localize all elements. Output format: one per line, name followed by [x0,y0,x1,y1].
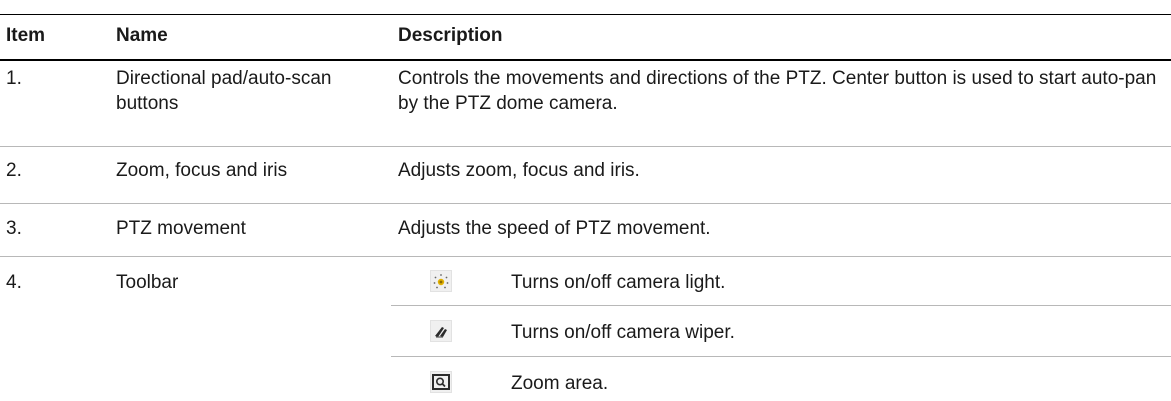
row-name: PTZ movement [116,218,246,239]
row-name: Directional pad/auto-scan buttons [116,68,332,114]
row-name: Toolbar [116,272,179,293]
light-icon [430,270,452,292]
toolbar-divider [391,356,1171,357]
header-rule [0,59,1171,61]
row-item-number: 2. [6,160,22,181]
header-description: Description [398,25,503,46]
row-item-number: 3. [6,218,22,239]
row-divider [0,146,1171,147]
toolbar-entry-light: Turns on/off camera light. [398,270,1171,300]
row-item-number: 1. [6,68,22,89]
wiper-icon [430,320,452,342]
toolbar-entry-description: Turns on/off camera light. [511,272,726,293]
row-name: Zoom, focus and iris [116,160,288,181]
toolbar-entry-description: Zoom area. [511,373,609,394]
row-divider [0,256,1171,257]
row-divider [0,203,1171,204]
row-description: Adjusts the speed of PTZ movement. [398,218,711,239]
row-description: Controls the movements and directions of… [398,68,1157,114]
toolbar-entry-description: Turns on/off camera wiper. [511,322,735,343]
header-item: Item [6,25,46,46]
row-item-number: 4. [6,272,22,293]
row-description: Adjusts zoom, focus and iris. [398,160,640,181]
table-top-rule [0,14,1171,15]
zoom-area-icon [430,371,452,393]
header-name: Name [116,25,168,46]
toolbar-divider [391,305,1171,306]
toolbar-entry-wiper: Turns on/off camera wiper. [398,320,1171,350]
table-header-row: Item Name Description [0,22,1171,59]
